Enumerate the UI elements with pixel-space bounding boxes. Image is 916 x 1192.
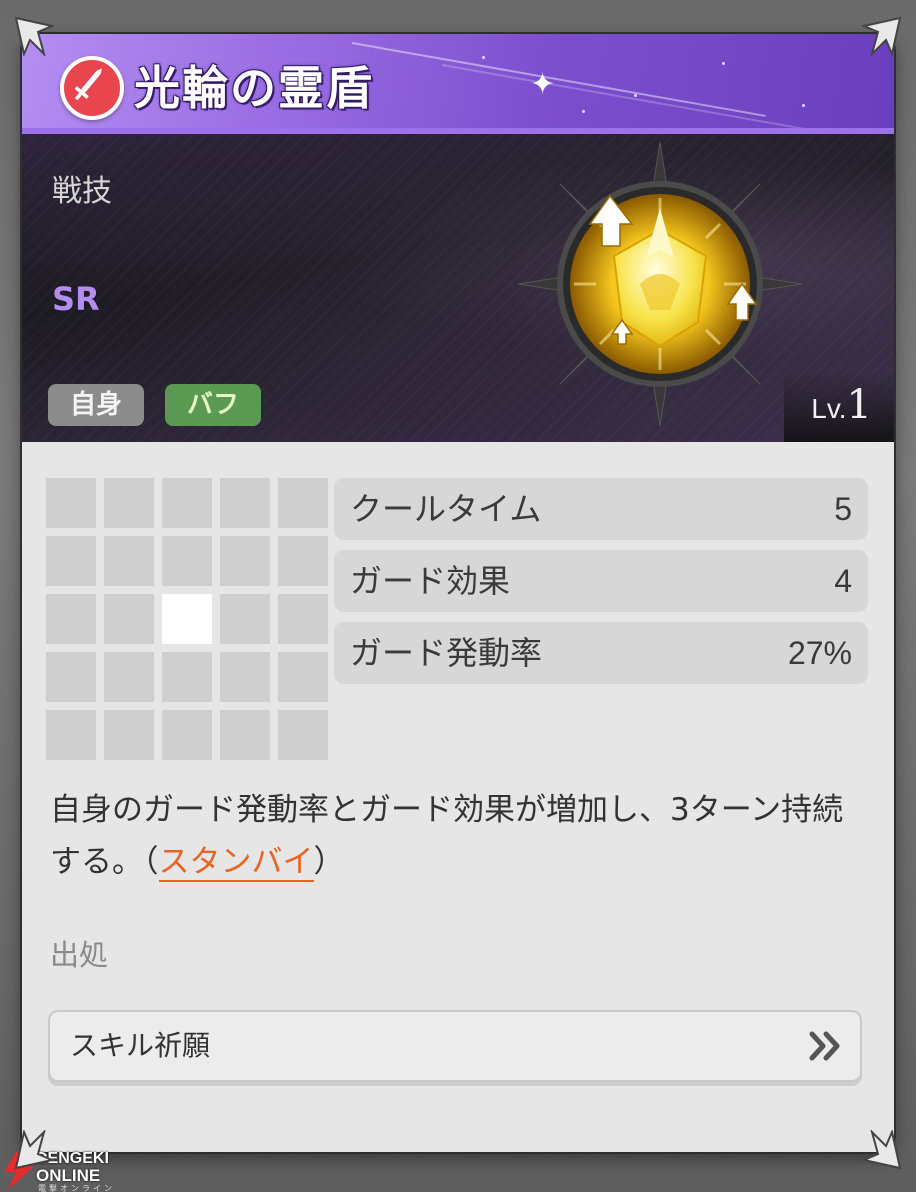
corner-ornament-icon (862, 16, 902, 56)
skill-detail-card: ✦ 光輪の霊盾 戦技 SR 自身 バフ Lv.1 クールタイム 5 ガード効果 … (22, 34, 894, 1152)
source-button-label: スキル祈願 (70, 1029, 211, 1062)
range-cell (162, 536, 212, 586)
stat-label: クールタイム (350, 490, 542, 528)
range-cell-active (162, 594, 212, 644)
range-cell (278, 478, 328, 528)
range-cell (278, 594, 328, 644)
range-cell (278, 536, 328, 586)
skill-level: Lv.1 (811, 382, 872, 428)
range-cell (278, 652, 328, 702)
tag-buff: バフ (165, 384, 262, 426)
corner-ornament-icon (862, 1130, 902, 1170)
stat-value: 27% (787, 635, 852, 671)
skill-body: クールタイム 5 ガード効果 4 ガード発動率 27% 自身のガード発動率とガー… (22, 442, 894, 1152)
stat-row-guard-rate: ガード発動率 27% (334, 622, 868, 684)
level-box: Lv.1 (784, 372, 894, 442)
source-label: 出処 (50, 938, 109, 972)
skill-rarity: SR (52, 280, 100, 318)
stat-row-guard-effect: ガード効果 4 (334, 550, 868, 612)
tag-self: 自身 (48, 384, 145, 426)
shield-emblem-icon (510, 134, 810, 434)
range-cell (162, 710, 212, 760)
range-cell (46, 594, 96, 644)
range-cell (220, 478, 270, 528)
range-cell (162, 652, 212, 702)
range-cell (104, 652, 154, 702)
range-cell (104, 594, 154, 644)
stat-row-cooldown: クールタイム 5 (334, 478, 868, 540)
range-cell (46, 710, 96, 760)
keyword-link[interactable]: スタンバイ (158, 844, 314, 882)
stat-label: ガード効果 (350, 562, 511, 600)
sparkle-icon: ✦ (530, 67, 556, 102)
range-cell (220, 536, 270, 586)
range-grid (46, 478, 328, 760)
skill-banner: 戦技 SR 自身 バフ Lv.1 (22, 134, 894, 442)
range-cell (104, 710, 154, 760)
sword-icon (60, 56, 124, 120)
stat-value: 4 (834, 563, 852, 599)
skill-description: 自身のガード発動率とガード効果が増加し、3ターン持続する。（スタンバイ） (50, 792, 844, 882)
range-cell (278, 710, 328, 760)
range-cell (46, 478, 96, 528)
range-cell (162, 478, 212, 528)
stat-label: ガード発動率 (350, 634, 543, 672)
stat-value: 5 (834, 491, 852, 527)
source-button[interactable]: スキル祈願 (48, 1010, 862, 1082)
corner-ornament-icon (14, 16, 54, 56)
range-cell (220, 594, 270, 644)
range-cell (220, 652, 270, 702)
range-cell (220, 710, 270, 760)
range-cell (46, 536, 96, 586)
skill-category: 戦技 (52, 174, 112, 209)
double-chevron-right-icon (808, 1030, 844, 1062)
skill-name: 光輪の霊盾 (134, 61, 374, 115)
corner-ornament-icon (14, 1130, 54, 1170)
range-cell (104, 478, 154, 528)
range-cell (104, 536, 154, 586)
title-bar: ✦ 光輪の霊盾 (22, 34, 894, 134)
range-cell (46, 652, 96, 702)
